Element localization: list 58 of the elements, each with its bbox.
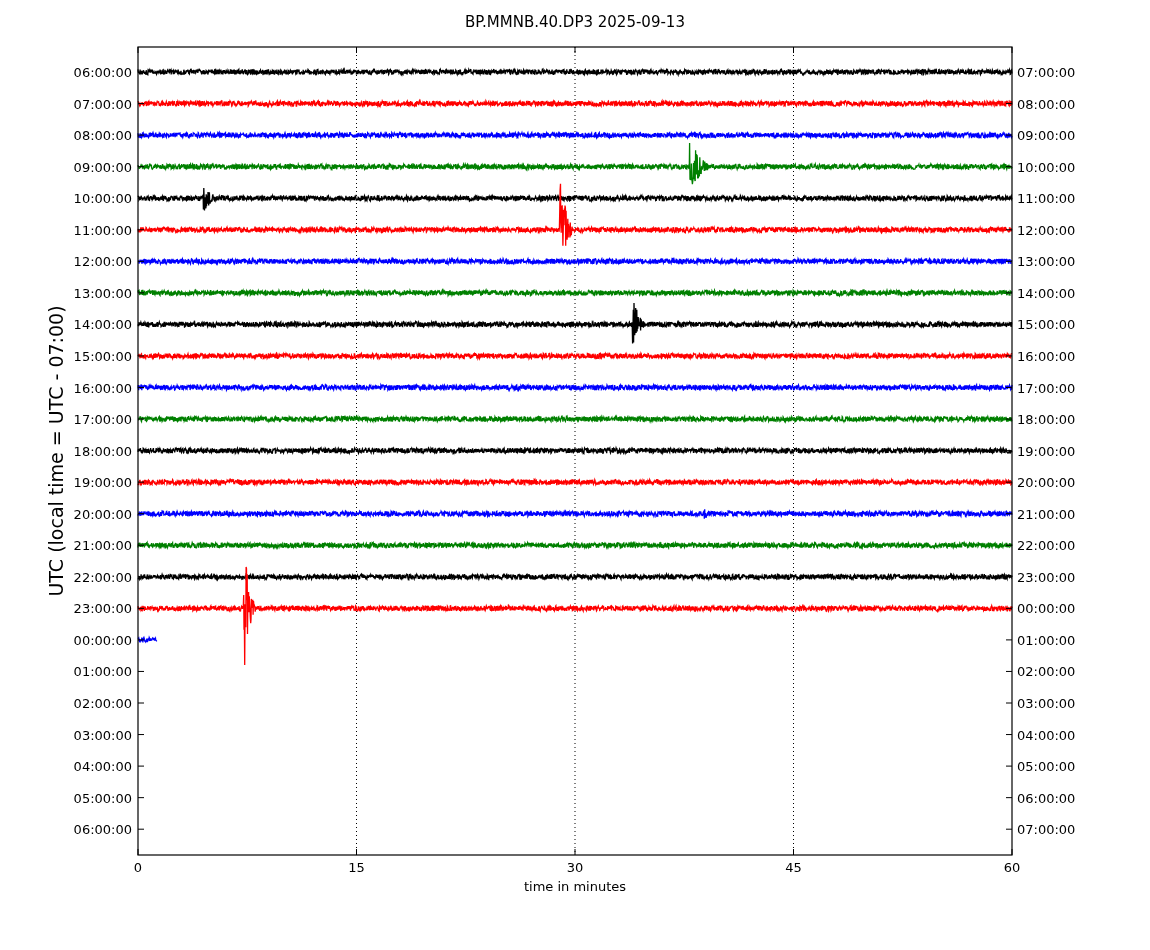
y-tick-label: 08:00:00 <box>73 128 132 144</box>
y-tick-label: 21:00:00 <box>1017 506 1076 522</box>
y-tick-label: 22:00:00 <box>1017 538 1076 554</box>
y-tick-label: 15:00:00 <box>73 348 132 364</box>
x-tick-label: 30 <box>566 860 584 875</box>
y-tick-label: 01:00:00 <box>73 664 132 680</box>
y-tick-label: 11:00:00 <box>73 222 132 238</box>
y-tick-label: 05:00:00 <box>73 790 132 806</box>
y-tick-label: 23:00:00 <box>1017 569 1076 585</box>
y-tick-label: 16:00:00 <box>1017 348 1076 364</box>
y-tick-label: 08:00:00 <box>1017 96 1076 112</box>
y-tick-label: 15:00:00 <box>1017 317 1076 333</box>
y-tick-label: 07:00:00 <box>1017 822 1076 838</box>
y-tick-label: 16:00:00 <box>73 380 132 396</box>
y-tick-label: 01:00:00 <box>1017 632 1076 648</box>
y-tick-label: 00:00:00 <box>1017 601 1076 617</box>
y-tick-label: 05:00:00 <box>1017 759 1076 775</box>
x-tick-label: 60 <box>1003 860 1021 875</box>
y-tick-label: 13:00:00 <box>1017 254 1076 270</box>
y-tick-label: 11:00:00 <box>1017 191 1076 207</box>
y-tick-label: 12:00:00 <box>73 254 132 270</box>
y-axis-label: UTC (local time = UTC - 07:00) <box>45 305 67 597</box>
y-tick-label: 02:00:00 <box>73 696 132 711</box>
chart-title: BP.MMNB.40.DP3 2025-09-13 <box>465 13 685 31</box>
y-tick-label: 18:00:00 <box>73 443 132 459</box>
y-tick-label: 18:00:00 <box>1017 412 1076 428</box>
y-tick-label: 06:00:00 <box>73 822 132 838</box>
y-tick-label: 04:00:00 <box>73 759 132 775</box>
y-tick-label: 10:00:00 <box>73 191 132 207</box>
y-tick-label: 04:00:00 <box>1017 727 1076 743</box>
y-tick-label: 14:00:00 <box>1017 285 1076 301</box>
y-tick-label: 14:00:00 <box>73 317 132 333</box>
y-tick-label: 03:00:00 <box>73 727 132 743</box>
y-tick-label: 06:00:00 <box>73 65 132 80</box>
y-tick-label: 20:00:00 <box>1017 475 1076 491</box>
y-tick-label: 03:00:00 <box>1017 696 1076 711</box>
y-tick-label: 22:00:00 <box>73 569 132 585</box>
x-tick-label: 0 <box>133 860 143 875</box>
y-tick-label: 09:00:00 <box>73 159 132 175</box>
y-tick-label: 09:00:00 <box>1017 128 1076 144</box>
y-tick-label: 07:00:00 <box>1017 65 1076 80</box>
y-tick-label: 19:00:00 <box>1017 443 1076 459</box>
y-tick-label: 00:00:00 <box>73 632 132 648</box>
y-tick-label: 20:00:00 <box>73 506 132 522</box>
y-tick-label: 17:00:00 <box>73 412 132 428</box>
y-tick-label: 23:00:00 <box>73 601 132 617</box>
y-tick-label: 06:00:00 <box>1017 790 1076 806</box>
x-tick-label: 15 <box>348 860 365 875</box>
y-tick-label: 10:00:00 <box>1017 159 1076 175</box>
x-tick-label: 45 <box>785 860 802 875</box>
y-tick-label: 07:00:00 <box>73 96 132 112</box>
y-tick-label: 12:00:00 <box>1017 222 1076 238</box>
x-axis-label: time in minutes <box>523 879 627 894</box>
y-tick-label: 13:00:00 <box>73 285 132 301</box>
y-tick-label: 21:00:00 <box>73 538 132 554</box>
y-tick-label: 02:00:00 <box>1017 664 1076 680</box>
y-tick-label: 17:00:00 <box>1017 380 1076 396</box>
y-tick-label: 19:00:00 <box>73 475 132 491</box>
